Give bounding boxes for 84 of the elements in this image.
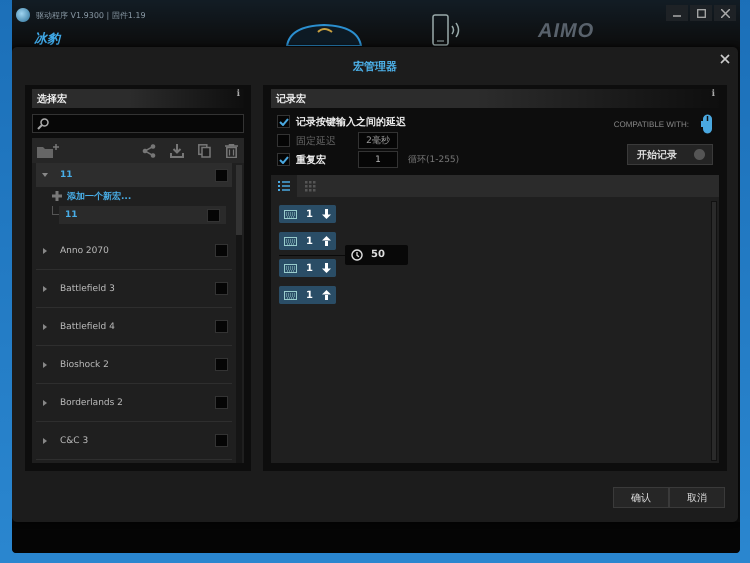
expand-arrow-icon[interactable] — [42, 286, 48, 292]
group-name: Borderlands 2 — [60, 398, 124, 408]
panel-title: 记录宏 — [276, 92, 306, 106]
group-name: Anno 2070 — [60, 246, 110, 256]
mouse-drawing[interactable] — [284, 22, 364, 46]
compatible-label: COMPATIBLE WITH: — [614, 120, 689, 128]
expand-arrow-icon[interactable] — [42, 438, 48, 444]
macro-group-row[interactable]: Battlefield 3 — [36, 270, 232, 308]
scrollbar[interactable] — [236, 165, 242, 463]
mouse-icon — [701, 114, 713, 134]
brand-label: 冰豹 — [34, 31, 60, 48]
keyboard-icon — [284, 264, 297, 272]
close-icon[interactable] — [720, 54, 730, 64]
phone-icon[interactable] — [432, 14, 462, 48]
search-field[interactable] — [32, 114, 244, 133]
info-icon[interactable]: i — [712, 88, 715, 98]
app-logo-icon — [16, 8, 30, 22]
scrollbar[interactable] — [711, 201, 717, 461]
maximize-button[interactable] — [690, 5, 712, 21]
record-button[interactable]: 开始记录 — [627, 144, 713, 165]
group-name: Battlefield 3 — [60, 284, 116, 294]
option-label: 固定延迟 — [296, 134, 337, 148]
macro-group-row[interactable]: Borderlands 2 — [36, 384, 232, 422]
list-icon — [278, 181, 290, 191]
loop-range-label: 循环(1-255) — [408, 154, 460, 166]
checkbox[interactable] — [277, 153, 290, 166]
panel-title: 选择宏 — [37, 92, 67, 106]
checkbox[interactable] — [215, 168, 228, 182]
minimize-button[interactable] — [666, 5, 688, 21]
macro-item[interactable]: 11 — [59, 206, 226, 224]
checkbox[interactable] — [215, 244, 228, 257]
add-macro-item[interactable]: 添加一个新宏... — [36, 187, 232, 205]
clock-icon — [351, 248, 363, 260]
dialog-button[interactable]: 取消 — [669, 487, 725, 508]
copy-icon[interactable] — [198, 144, 211, 158]
keyboard-icon — [284, 236, 297, 246]
dialog-button[interactable]: 确认 — [613, 487, 669, 508]
macro-group-row[interactable]: Bioshock 2 — [36, 346, 232, 384]
download-icon[interactable] — [170, 144, 184, 158]
group-name: Battlefield 4 — [60, 322, 116, 332]
macro-group-row[interactable]: 11 — [36, 163, 232, 187]
trash-icon[interactable] — [225, 144, 238, 158]
macro-group-row[interactable]: Anno 2070 — [36, 232, 232, 270]
expand-arrow-icon[interactable] — [42, 324, 48, 330]
expand-arrow-icon[interactable] — [42, 362, 48, 368]
share-icon[interactable] — [142, 144, 156, 158]
group-name: 11 — [60, 170, 74, 180]
search-icon — [37, 118, 49, 130]
key-event[interactable]: 1 — [279, 205, 336, 223]
add-folder-icon[interactable] — [37, 144, 59, 158]
macro-group-row[interactable]: C&C 3 — [36, 422, 232, 460]
app-title: 驱动程序 V1.9300 | 固件1.19 — [36, 10, 146, 20]
group-name: C&C 3 — [60, 436, 90, 446]
key-event[interactable]: 1 — [279, 286, 336, 304]
value-field[interactable]: 1 — [358, 151, 398, 168]
delay-event[interactable]: 50 — [345, 244, 408, 264]
option-label: 重复宏 — [296, 154, 327, 166]
checkbox[interactable] — [277, 115, 290, 128]
window-close-button[interactable] — [714, 5, 736, 21]
key-event[interactable]: 1 — [279, 232, 336, 250]
checkbox[interactable] — [215, 282, 228, 295]
grid-icon — [304, 180, 316, 192]
expand-arrow-icon[interactable] — [42, 248, 48, 254]
plus-icon — [52, 191, 62, 201]
checkbox[interactable] — [215, 320, 228, 333]
checkbox[interactable] — [215, 434, 228, 447]
keyboard-icon — [284, 210, 297, 218]
checkbox[interactable] — [207, 208, 220, 222]
expand-arrow-icon[interactable] — [42, 400, 48, 406]
info-icon[interactable]: i — [236, 88, 240, 98]
keyboard-icon — [284, 290, 297, 300]
checkbox[interactable] — [215, 358, 228, 371]
option-label: 记录按键输入之间的延迟 — [296, 115, 406, 128]
group-name: Bioshock 2 — [60, 360, 110, 370]
close-icon — [720, 8, 730, 18]
checkbox[interactable] — [215, 396, 228, 409]
macro-group-row[interactable]: Battlefield 4 — [36, 308, 232, 346]
view-tab[interactable] — [271, 175, 297, 197]
key-event[interactable]: 1 — [279, 259, 336, 277]
checkmark-icon — [278, 118, 288, 126]
collapse-arrow-icon[interactable] — [42, 172, 48, 178]
maximize-icon — [696, 8, 706, 18]
dialog-title: 宏管理器 — [353, 58, 397, 74]
checkmark-icon — [278, 156, 288, 164]
